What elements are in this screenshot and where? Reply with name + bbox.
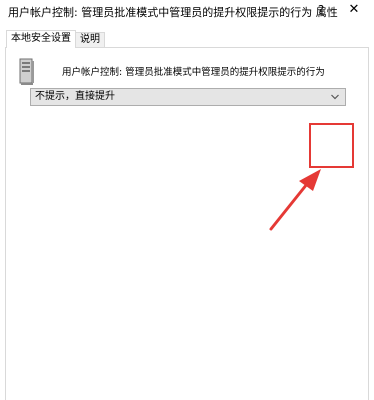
elevation-prompt-select[interactable]: 不提示，直接提升 [30, 88, 346, 106]
help-button[interactable]: ? [314, 3, 328, 17]
tab-local-security-setting[interactable]: 本地安全设置 [6, 30, 76, 48]
tab-explain[interactable]: 说明 [75, 32, 105, 47]
policy-name: 用户帐户控制: 管理员批准模式中管理员的提升权限提示的行为 [62, 67, 325, 78]
properties-dialog: 用户帐户控制: 管理员批准模式中管理员的提升权限提示的行为 属性 ? ✕ 本地安… [0, 0, 374, 400]
server-policy-icon [19, 58, 34, 85]
window-title: 用户帐户控制: 管理员批准模式中管理员的提升权限提示的行为 属性 [8, 6, 338, 19]
select-value: 不提示，直接提升 [35, 91, 115, 102]
chevron-down-icon[interactable] [331, 94, 339, 100]
title-bar: 用户帐户控制: 管理员批准模式中管理员的提升权限提示的行为 属性 ? ✕ [0, 0, 374, 24]
close-button[interactable]: ✕ [346, 2, 362, 17]
annotation-highlight-box [309, 123, 354, 168]
annotation-arrow-icon [269, 169, 321, 231]
